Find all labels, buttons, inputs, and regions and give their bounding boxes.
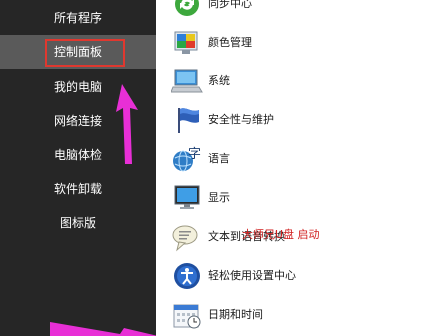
list-item-label: 系统: [208, 74, 230, 87]
list-item-label: 安全性与维护: [208, 113, 274, 126]
ease-of-access-icon: [171, 261, 203, 291]
list-item[interactable]: 日期和时间: [156, 297, 435, 333]
list-item-label: 轻松使用设置中心: [208, 269, 296, 282]
annotation-arrow-bottom: [50, 322, 158, 336]
sidebar-item-label: 我的电脑: [53, 80, 102, 94]
annotation-arrow-up: [116, 84, 138, 164]
control-panel-list: 同步中心 颜色管理 系统 安全性与维护 字 语言 显示 文本到语音转换 轻松使用…: [156, 0, 435, 336]
date-time-icon: [171, 300, 203, 330]
list-item-label: 颜色管理: [208, 36, 252, 49]
language-icon: 字: [171, 144, 203, 174]
list-item[interactable]: 显示: [156, 180, 435, 216]
sidebar-item-label: 控制面板: [53, 45, 102, 59]
list-item-label: 日期和时间: [208, 308, 263, 321]
list-item-label: 显示: [208, 191, 230, 204]
list-item-label: 同步中心: [208, 0, 252, 10]
list-item-label: 语言: [208, 152, 230, 165]
sync-center-icon: [171, 0, 203, 19]
sidebar-item-label: 所有程序: [53, 11, 102, 25]
list-item[interactable]: 颜色管理: [156, 25, 435, 61]
display-icon: [171, 183, 203, 213]
security-flag-icon: [171, 105, 203, 135]
list-item[interactable]: 系统: [156, 63, 435, 99]
sidebar-item-control-panel[interactable]: 控制面板: [0, 35, 156, 69]
svg-text:字: 字: [188, 147, 201, 162]
sidebar: 所有程序 控制面板 我的电脑 网络连接 电脑体检 软件卸载 图标版: [0, 0, 158, 336]
list-item[interactable]: 同步中心: [156, 0, 435, 22]
sidebar-item-label: 电脑体检: [53, 148, 102, 162]
list-item[interactable]: 字 语言: [156, 141, 435, 177]
sidebar-item-icon-view[interactable]: 图标版: [0, 206, 156, 240]
text-to-speech-icon: [171, 222, 203, 252]
list-item[interactable]: 轻松使用设置中心: [156, 258, 435, 294]
sidebar-item-label: 软件卸载: [53, 182, 102, 196]
watermark-text: 大师兄U盘 启动: [242, 228, 320, 241]
sidebar-item-label: 图标版: [59, 216, 96, 230]
sidebar-item-all-programs[interactable]: 所有程序: [0, 1, 156, 35]
list-item[interactable]: 安全性与维护: [156, 102, 435, 138]
sidebar-item-label: 网络连接: [53, 114, 102, 128]
system-icon: [170, 66, 203, 96]
sidebar-item-uninstall[interactable]: 软件卸载: [0, 172, 156, 206]
color-management-icon: [171, 28, 203, 58]
